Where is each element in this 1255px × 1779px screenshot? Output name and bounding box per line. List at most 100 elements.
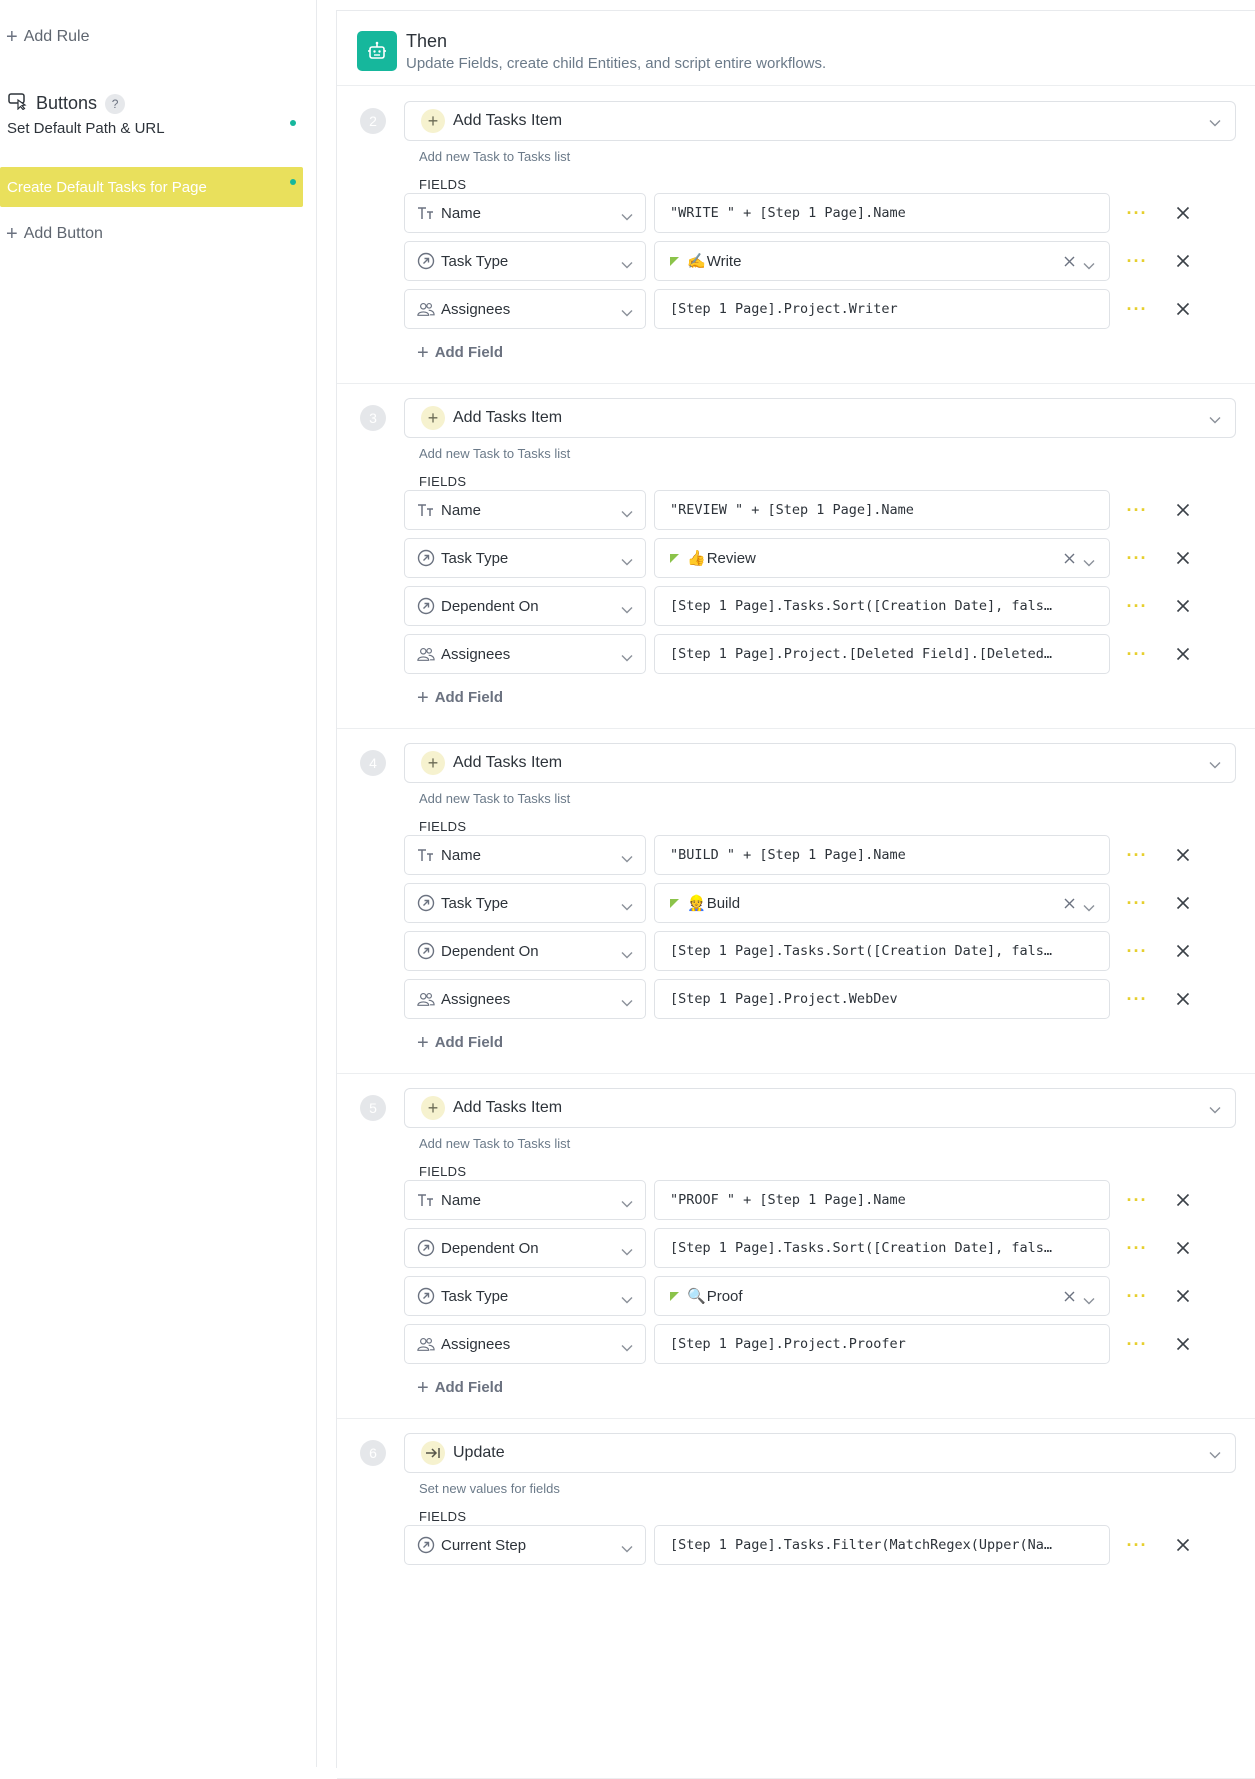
field-select[interactable]: Dependent On <box>404 586 646 626</box>
field-value-input[interactable]: [Step 1 Page].Tasks.Sort([Creation Date]… <box>654 1228 1110 1268</box>
clear-icon[interactable] <box>1064 1289 1075 1307</box>
remove-field-icon[interactable] <box>1173 893 1193 913</box>
chevron-down-icon[interactable] <box>1083 899 1095 917</box>
field-value-input[interactable]: [Step 1 Page].Tasks.Sort([Creation Date]… <box>654 586 1110 626</box>
clear-icon[interactable] <box>1064 551 1075 569</box>
sidebar-item-create-default-tasks[interactable]: Create Default Tasks for Page <box>0 167 303 207</box>
text-type-icon <box>417 501 435 519</box>
field-value-input[interactable]: [Step 1 Page].Tasks.Filter(MatchRegex(Up… <box>654 1525 1110 1565</box>
field-select[interactable]: Task Type <box>404 241 646 281</box>
remove-field-icon[interactable] <box>1173 1334 1193 1354</box>
field-value-select[interactable]: 👷 Build <box>654 883 1110 923</box>
add-field-button[interactable]: + Add Field <box>417 688 503 708</box>
people-icon <box>417 300 435 318</box>
field-value-input[interactable]: [Step 1 Page].Project.Proofer <box>654 1324 1110 1364</box>
more-options-icon[interactable]: ··· <box>1125 843 1149 867</box>
chevron-down-icon <box>621 601 633 619</box>
more-options-icon[interactable]: ··· <box>1125 891 1149 915</box>
tag-emoji: 🔍 <box>687 1288 706 1305</box>
add-field-button[interactable]: + Add Field <box>417 1376 503 1399</box>
field-select[interactable]: Name <box>404 1180 646 1220</box>
add-field-button[interactable]: + Add Field <box>417 343 503 363</box>
remove-field-icon[interactable] <box>1173 989 1193 1009</box>
field-value-select[interactable]: 🔍 Proof <box>654 1276 1110 1316</box>
more-options-icon[interactable]: ··· <box>1125 987 1149 1011</box>
more-options-icon[interactable]: ··· <box>1125 1188 1149 1212</box>
field-select[interactable]: Name <box>404 193 646 233</box>
action-step: 4 + Add Tasks Item Add new Task to Tasks… <box>337 728 1255 1074</box>
field-value-input[interactable]: "REVIEW " + [Step 1 Page].Name <box>654 490 1110 530</box>
more-options-icon[interactable]: ··· <box>1125 594 1149 618</box>
chevron-down-icon <box>1209 1101 1221 1119</box>
action-select[interactable]: + Add Tasks Item <box>404 101 1236 141</box>
remove-field-icon[interactable] <box>1173 596 1193 616</box>
action-select[interactable]: Update <box>404 1433 1236 1473</box>
more-options-icon[interactable]: ··· <box>1125 249 1149 273</box>
field-select[interactable]: Task Type <box>404 883 646 923</box>
remove-field-icon[interactable] <box>1173 500 1193 520</box>
field-select[interactable]: Assignees <box>404 289 646 329</box>
field-value-select[interactable]: 👍 Review <box>654 538 1110 578</box>
more-options-icon[interactable]: ··· <box>1125 1332 1149 1356</box>
field-select[interactable]: Assignees <box>404 634 646 674</box>
more-options-icon[interactable]: ··· <box>1125 498 1149 522</box>
field-value-select[interactable]: ✍️ Write <box>654 241 1110 281</box>
field-select[interactable]: Current Step <box>404 1525 646 1565</box>
more-options-icon[interactable]: ··· <box>1125 297 1149 321</box>
field-value-input[interactable]: [Step 1 Page].Project.[Deleted Field].[D… <box>654 634 1110 674</box>
more-options-icon[interactable]: ··· <box>1125 1284 1149 1308</box>
remove-field-icon[interactable] <box>1173 1238 1193 1258</box>
field-select[interactable]: Name <box>404 835 646 875</box>
step-number: 5 <box>360 1095 386 1121</box>
clear-icon[interactable] <box>1064 896 1075 914</box>
chevron-down-icon <box>621 1339 633 1357</box>
field-select[interactable]: Dependent On <box>404 931 646 971</box>
field-select[interactable]: Assignees <box>404 1324 646 1364</box>
field-select[interactable]: Task Type <box>404 538 646 578</box>
remove-field-icon[interactable] <box>1173 203 1193 223</box>
remove-field-icon[interactable] <box>1173 941 1193 961</box>
field-value-input[interactable]: [Step 1 Page].Project.Writer <box>654 289 1110 329</box>
action-select[interactable]: + Add Tasks Item <box>404 1088 1236 1128</box>
field-value-input[interactable]: [Step 1 Page].Tasks.Sort([Creation Date]… <box>654 931 1110 971</box>
remove-field-icon[interactable] <box>1173 1286 1193 1306</box>
field-value-input[interactable]: "WRITE " + [Step 1 Page].Name <box>654 193 1110 233</box>
remove-field-icon[interactable] <box>1173 251 1193 271</box>
remove-field-icon[interactable] <box>1173 299 1193 319</box>
action-label: Add Tasks Item <box>453 409 563 426</box>
field-select[interactable]: Dependent On <box>404 1228 646 1268</box>
clear-icon[interactable] <box>1064 254 1075 272</box>
more-options-icon[interactable]: ··· <box>1125 1533 1149 1557</box>
more-options-icon[interactable]: ··· <box>1125 546 1149 570</box>
remove-field-icon[interactable] <box>1173 1535 1193 1555</box>
sidebar-item-label: Create Default Tasks for Page <box>7 178 207 196</box>
chevron-down-icon[interactable] <box>1083 257 1095 275</box>
plus-icon: + <box>421 1096 445 1120</box>
add-field-button[interactable]: + Add Field <box>417 1033 503 1053</box>
plus-icon: + <box>6 223 18 245</box>
remove-field-icon[interactable] <box>1173 644 1193 664</box>
more-options-icon[interactable]: ··· <box>1125 1236 1149 1260</box>
remove-field-icon[interactable] <box>1173 548 1193 568</box>
action-select[interactable]: + Add Tasks Item <box>404 398 1236 438</box>
chevron-down-icon <box>1209 411 1221 429</box>
add-rule-button[interactable]: + Add Rule <box>6 27 90 47</box>
more-options-icon[interactable]: ··· <box>1125 201 1149 225</box>
chevron-down-icon[interactable] <box>1083 554 1095 572</box>
more-options-icon[interactable]: ··· <box>1125 939 1149 963</box>
plus-icon: + <box>417 1376 429 1399</box>
sidebar-item-set-default-path[interactable]: Set Default Path & URL <box>0 108 303 148</box>
action-select[interactable]: + Add Tasks Item <box>404 743 1236 783</box>
field-value-input[interactable]: "PROOF " + [Step 1 Page].Name <box>654 1180 1110 1220</box>
add-button-button[interactable]: + Add Button <box>6 223 103 245</box>
chevron-down-icon[interactable] <box>1083 1292 1095 1310</box>
field-select[interactable]: Name <box>404 490 646 530</box>
field-select[interactable]: Task Type <box>404 1276 646 1316</box>
field-value-input[interactable]: [Step 1 Page].Project.WebDev <box>654 979 1110 1019</box>
more-options-icon[interactable]: ··· <box>1125 642 1149 666</box>
field-select[interactable]: Assignees <box>404 979 646 1019</box>
field-value-text: [Step 1 Page].Tasks.Sort([Creation Date]… <box>670 943 1053 959</box>
remove-field-icon[interactable] <box>1173 845 1193 865</box>
field-value-input[interactable]: "BUILD " + [Step 1 Page].Name <box>654 835 1110 875</box>
remove-field-icon[interactable] <box>1173 1190 1193 1210</box>
